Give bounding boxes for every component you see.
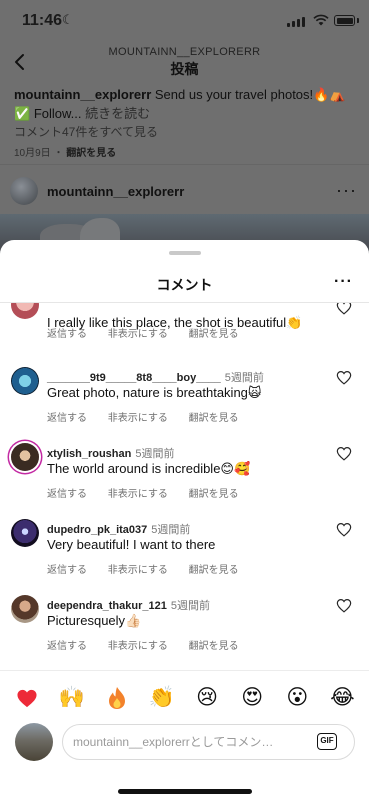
translate-button[interactable]: 翻訳を見る xyxy=(189,329,239,340)
home-indicator[interactable] xyxy=(118,789,252,794)
commenter-avatar[interactable] xyxy=(11,303,39,319)
commenter-avatar[interactable] xyxy=(11,595,39,623)
view-all-comments-link[interactable]: コメント47件をすべて見る xyxy=(14,123,158,140)
check-emoji: ✅ xyxy=(14,106,31,121)
reply-button[interactable]: 返信する xyxy=(47,413,87,424)
comment-item: _______9t9_____8t8____boy____ 5週間前 Great … xyxy=(0,367,369,437)
reply-button[interactable]: 返信する xyxy=(47,489,87,500)
caption-text-2: Follow... xyxy=(33,106,82,121)
comment-actions: 返信する 非表示にする 翻訳を見る xyxy=(47,637,257,652)
status-bar: 11:46 ☾ xyxy=(0,0,369,40)
commenter-username[interactable]: dupedro_pk_ita037 5週間前 xyxy=(47,521,190,537)
post-author-avatar[interactable] xyxy=(10,177,38,205)
emoji-heart-eyes[interactable]: 😍 xyxy=(235,683,269,711)
heart-emoji-icon xyxy=(17,689,37,708)
header-username: MOUNTAINN__EXPLORERR xyxy=(108,46,261,58)
emoji-surprised[interactable]: 😮 xyxy=(280,683,314,711)
like-heart-icon[interactable] xyxy=(336,370,352,385)
hide-button[interactable]: 非表示にする xyxy=(108,489,168,500)
post-background: 11:46 ☾ MOUNTAINN__EXPLORERR 投稿 mountain… xyxy=(0,0,369,264)
post-translate-link[interactable]: 翻訳を見る xyxy=(66,148,116,159)
post-caption: mountainn__explorerr Send us your travel… xyxy=(14,85,357,123)
like-heart-icon[interactable] xyxy=(336,522,352,537)
hide-button[interactable]: 非表示にする xyxy=(108,641,168,652)
commenter-username[interactable]: xtylish_roushan 5週間前 xyxy=(47,445,174,461)
like-heart-icon[interactable] xyxy=(336,598,352,613)
commenter-avatar[interactable] xyxy=(11,519,39,547)
emoji-fire[interactable] xyxy=(100,683,134,711)
comment-time: 5週間前 xyxy=(170,600,210,612)
emoji-heart[interactable] xyxy=(10,683,44,711)
comment-item: I really like this place, the shot is be… xyxy=(0,303,369,367)
translate-button[interactable]: 翻訳を見る xyxy=(189,641,239,652)
commenter-username[interactable]: _______9t9_____8t8____boy____ 5週間前 xyxy=(47,369,264,385)
like-heart-icon[interactable] xyxy=(336,303,352,315)
comment-list[interactable]: I really like this place, the shot is be… xyxy=(0,303,369,671)
commenter-username[interactable]: deependra_thakur_121 5週間前 xyxy=(47,597,210,613)
meta-separator: ・ xyxy=(53,148,64,159)
comment-item: deependra_thakur_121 5週間前 Picturesquely👍🏻… xyxy=(0,595,369,665)
comment-actions: 返信する 非表示にする 翻訳を見る xyxy=(47,409,257,424)
comment-item: xtylish_roushan 5週間前 The world around is … xyxy=(0,443,369,513)
emoji-raising-hands[interactable]: 🙌 xyxy=(55,683,89,711)
fire-emoji-icon xyxy=(108,687,125,709)
hide-button[interactable]: 非表示にする xyxy=(108,565,168,576)
emoji-crying[interactable]: 😢 xyxy=(190,683,224,711)
composer-divider xyxy=(0,670,369,671)
gif-button[interactable]: GIF xyxy=(317,733,337,750)
post-author-username[interactable]: mountainn__explorerr xyxy=(47,184,184,199)
comment-text: Very beautiful! I want to there xyxy=(47,537,216,552)
comment-input[interactable] xyxy=(73,725,298,759)
comment-time: 5週間前 xyxy=(224,372,264,384)
comment-actions: 返信する 非表示にする 翻訳を見る xyxy=(47,561,257,576)
wifi-icon xyxy=(313,14,329,26)
translate-button[interactable]: 翻訳を見る xyxy=(189,489,239,500)
hide-button[interactable]: 非表示にする xyxy=(108,329,168,340)
comment-composer[interactable]: GIF xyxy=(62,724,355,760)
post-date: 10月9日 xyxy=(14,148,51,159)
sheet-drag-handle[interactable] xyxy=(169,251,201,255)
post-more-icon[interactable]: ··· xyxy=(336,180,357,201)
translate-button[interactable]: 翻訳を見る xyxy=(189,413,239,424)
commenter-avatar-story-ring[interactable] xyxy=(11,443,39,471)
comment-text: The world around is incredible😊🥰 xyxy=(47,461,251,476)
hide-button[interactable]: 非表示にする xyxy=(108,413,168,424)
comments-sheet: コメント ··· I really like this place, the s… xyxy=(0,240,369,800)
post-divider xyxy=(0,164,369,165)
reply-button[interactable]: 返信する xyxy=(47,329,87,340)
comment-time: 5週間前 xyxy=(151,524,191,536)
translate-button[interactable]: 翻訳を見る xyxy=(189,565,239,576)
caption-username[interactable]: mountainn__explorerr xyxy=(14,87,151,102)
commenter-avatar[interactable] xyxy=(11,367,39,395)
comment-item: dupedro_pk_ita037 5週間前 Very beautiful! I … xyxy=(0,519,369,589)
emoji-tears-of-joy[interactable]: 😂 xyxy=(325,683,359,711)
comment-time: 5週間前 xyxy=(135,448,175,460)
emoji-clapping[interactable]: 👏 xyxy=(145,683,179,711)
reply-button[interactable]: 返信する xyxy=(47,565,87,576)
my-avatar[interactable] xyxy=(15,723,53,761)
page-title: 投稿 xyxy=(170,61,199,77)
read-more-link[interactable]: 続きを読む xyxy=(85,106,150,121)
comment-actions: 返信する 非表示にする 翻訳を見る xyxy=(47,485,257,500)
sheet-more-icon[interactable]: ··· xyxy=(334,273,353,291)
like-heart-icon[interactable] xyxy=(336,446,352,461)
moon-icon: ☾ xyxy=(62,12,74,27)
quick-emoji-bar: 🙌 👏 😢 😍 😮 😂 xyxy=(0,683,369,711)
comment-text: Picturesquely👍🏻 xyxy=(47,613,142,628)
battery-icon xyxy=(334,15,355,26)
caption-text: Send us your travel photos!🔥⛺ xyxy=(154,87,346,102)
status-time: 11:46 xyxy=(22,12,63,29)
sheet-title: コメント xyxy=(156,277,213,293)
comment-text: Great photo, nature is breathtaking🙀 xyxy=(47,385,262,400)
reply-button[interactable]: 返信する xyxy=(47,641,87,652)
battery-tip xyxy=(357,18,359,23)
post-meta: 10月9日 ・ 翻訳を見る xyxy=(14,144,116,159)
comment-actions: 返信する 非表示にする 翻訳を見る xyxy=(47,325,257,340)
cellular-signal-icon xyxy=(287,17,305,27)
